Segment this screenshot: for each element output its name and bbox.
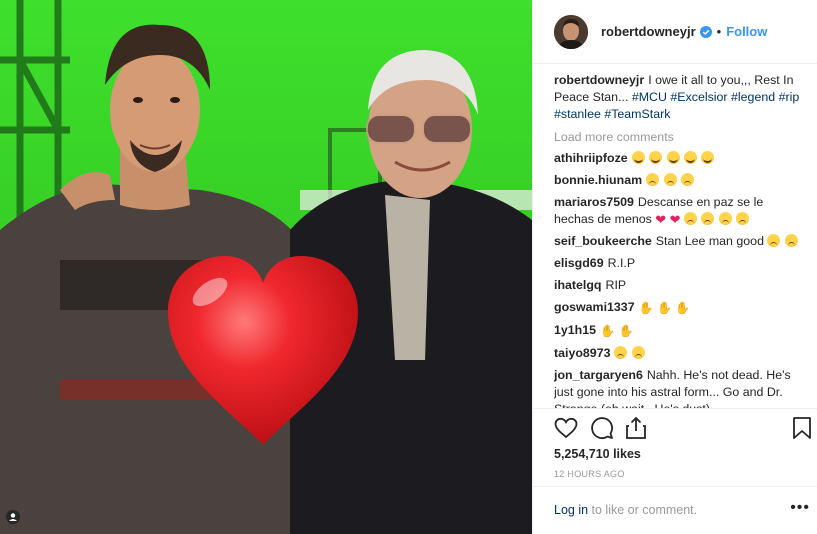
hashtag-link[interactable]: #legend: [731, 90, 775, 104]
heart-icon[interactable]: [553, 415, 579, 441]
praying-hands-emoji-icon: ✋: [675, 301, 691, 315]
tagged-people-icon[interactable]: [6, 510, 20, 524]
sad-face-emoji-icon: [736, 212, 750, 225]
sad-face-emoji-icon: [663, 173, 677, 186]
comment-username[interactable]: ihatelgq: [554, 278, 602, 292]
comment-username[interactable]: taiyo8973: [554, 346, 610, 360]
comments-list[interactable]: robertdowneyjr I owe it all to you,,, Res…: [554, 70, 806, 408]
comment-username[interactable]: goswami1337: [554, 300, 635, 314]
hashtag-link[interactable]: #MCU: [632, 90, 667, 104]
heart-emoji-icon: ❤: [655, 212, 667, 227]
caption-username[interactable]: robertdowneyjr: [554, 73, 644, 87]
comment-username[interactable]: elisgd69: [554, 256, 604, 270]
login-bar: Log in to like or comment. •••: [533, 486, 817, 534]
praying-hands-emoji-icon: ✋: [638, 301, 654, 315]
comment-item: goswami1337 ✋ ✋ ✋: [554, 299, 806, 317]
comment-item: taiyo8973: [554, 345, 806, 362]
sad-face-emoji-icon: [718, 212, 732, 225]
crying-face-emoji-icon: [666, 151, 680, 164]
post-caption: robertdowneyjr I owe it all to you,,, Res…: [554, 72, 806, 123]
sad-face-emoji-icon: [701, 212, 715, 225]
comment-username[interactable]: seif_boukeerche: [554, 234, 652, 248]
comment-text: R.I.P: [607, 256, 636, 270]
comment-item: elisgd69 R.I.P: [554, 255, 806, 272]
follow-button[interactable]: Follow: [726, 24, 767, 39]
comment-username[interactable]: bonnie.hiunam: [554, 173, 642, 187]
comment-items: athihriipfoze bonnie.hiunam mariaros7509…: [554, 150, 806, 408]
comment-item: seif_boukeerche Stan Lee man good: [554, 233, 806, 250]
sad-face-emoji-icon: [631, 346, 645, 359]
comment-item: 1y1h15 ✋ ✋: [554, 322, 806, 340]
praying-hands-emoji-icon: ✋: [600, 324, 615, 338]
comment-item: jon_targaryen6 Nahh. He's not dead. He's …: [554, 367, 806, 408]
hashtag-link[interactable]: #Excelsior: [670, 90, 727, 104]
sad-face-emoji-icon: [614, 346, 628, 359]
hashtag-link[interactable]: #rip: [779, 90, 800, 104]
header-username[interactable]: robertdowneyjr: [601, 24, 696, 39]
sad-face-emoji-icon: [681, 173, 695, 186]
bookmark-icon[interactable]: [789, 415, 815, 441]
praying-hands-emoji-icon: ✋: [657, 301, 672, 315]
comment-username[interactable]: 1y1h15: [554, 323, 596, 337]
post-header: robertdowneyjr • Follow: [533, 0, 817, 64]
sad-face-emoji-icon: [784, 234, 798, 247]
crying-face-emoji-icon: [701, 151, 715, 164]
login-suffix: to like or comment.: [588, 503, 698, 517]
more-options-button[interactable]: •••: [790, 499, 810, 517]
post-photo[interactable]: [0, 0, 532, 534]
post-side-panel: robertdowneyjr • Follow robertdowneyjr I …: [532, 0, 817, 534]
avatar-image: [554, 14, 588, 49]
comment-item: bonnie.hiunam: [554, 172, 806, 189]
load-more-comments-button[interactable]: Load more comments: [554, 129, 806, 146]
praying-hands-emoji-icon: ✋: [618, 324, 634, 338]
share-icon[interactable]: [623, 415, 649, 441]
post-timestamp[interactable]: 12 HOURS AGO: [554, 469, 625, 479]
comment-item: ihatelgq RIP: [554, 277, 806, 294]
heart-emoji-icon: ❤: [669, 212, 681, 227]
sad-face-emoji-icon: [683, 212, 697, 225]
action-icons-row: [553, 415, 815, 443]
verified-badge-icon: [699, 25, 712, 38]
crying-face-emoji-icon: [649, 151, 663, 164]
login-prompt: Log in to like or comment.: [554, 503, 697, 517]
post-image: [0, 0, 532, 534]
comment-icon[interactable]: [589, 415, 615, 441]
hashtag-link[interactable]: #stanlee: [554, 107, 601, 121]
sad-face-emoji-icon: [646, 173, 660, 186]
header-separator: •: [716, 24, 722, 39]
comment-username[interactable]: athihriipfoze: [554, 151, 628, 165]
comment-item: athihriipfoze: [554, 150, 806, 167]
comment-item: mariaros7509 Descanse en paz se le hechas…: [554, 194, 806, 228]
sad-face-emoji-icon: [767, 234, 781, 247]
hashtag-link[interactable]: #TeamStark: [604, 107, 670, 121]
login-link[interactable]: Log in: [554, 503, 588, 517]
comment-username[interactable]: mariaros7509: [554, 195, 634, 209]
comment-text: RIP: [605, 278, 627, 292]
avatar[interactable]: [554, 14, 588, 49]
crying-face-emoji-icon: [684, 151, 698, 164]
crying-face-emoji-icon: [631, 151, 645, 164]
likes-count[interactable]: 5,254,710 likes: [554, 447, 641, 461]
comment-username[interactable]: jon_targaryen6: [554, 368, 643, 382]
comment-text: Stan Lee man good: [655, 234, 764, 248]
